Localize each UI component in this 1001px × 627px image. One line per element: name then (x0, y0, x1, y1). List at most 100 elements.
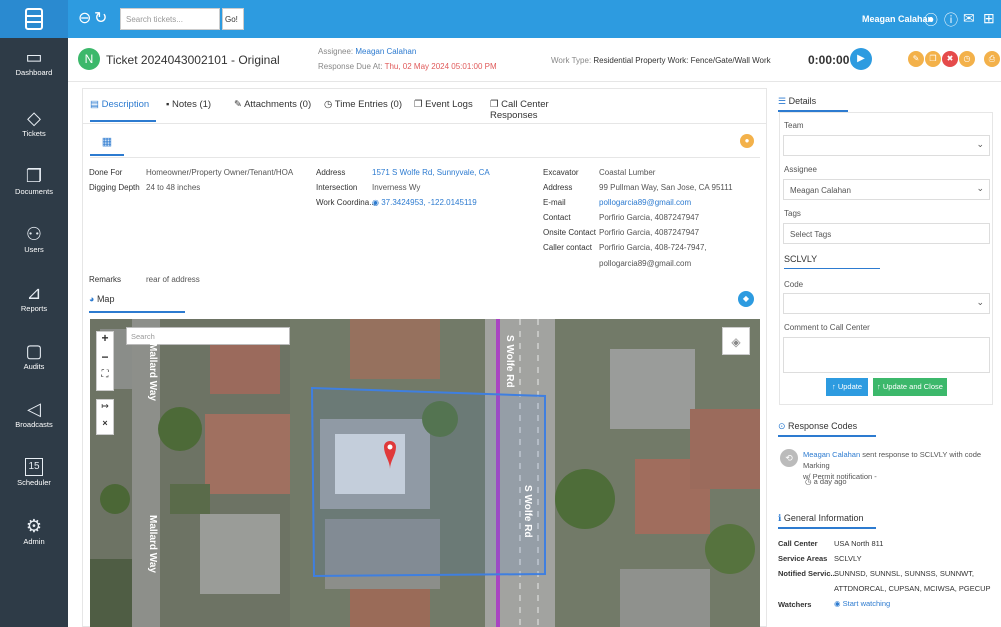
assignee-select[interactable]: Meagan Calahan ⌄ (783, 179, 990, 200)
mail-icon[interactable]: ✉ (963, 10, 975, 27)
general-info-underline (778, 527, 876, 529)
zoom-in-button[interactable]: + (96, 331, 114, 349)
copy-icon: ❐ (490, 99, 502, 110)
team-select[interactable]: ⌄ (783, 135, 990, 156)
draw-line-icon[interactable]: ↦ (96, 401, 114, 417)
sidebar-item-broadcasts[interactable]: ◁ Broadcasts (0, 398, 68, 429)
tab-notes[interactable]: ▪ Notes (1) (166, 92, 230, 122)
work-coordinates-value[interactable]: ◉ 37.3424953, -122.0145119 (372, 198, 477, 207)
clock-icon: ◷ (324, 99, 335, 110)
sidebar-item-label: Scheduler (17, 478, 51, 487)
notified-services-value-2: ATTDNORCAL, CUPSAN, MCIWSA, PGECUP (834, 584, 991, 593)
sidebar-item-reports[interactable]: ⊿ Reports (0, 282, 68, 313)
assignee-label: Assignee: (318, 47, 354, 56)
digging-depth-label: Digging Depth (89, 183, 140, 192)
user-icon[interactable]: ⦿ (924, 10, 938, 30)
clear-icon[interactable]: × (96, 418, 114, 434)
help-icon[interactable]: ⓘ (944, 10, 958, 30)
intersection-label: Intersection (316, 183, 358, 192)
email-value[interactable]: pollogarcia89@gmail.com (599, 198, 691, 207)
sidebar-item-label: Broadcasts (15, 420, 53, 429)
copy-icon[interactable]: ❐ (925, 51, 941, 67)
call-center-label: Call Center (778, 539, 818, 548)
update-button[interactable]: ↑ Update (826, 378, 868, 396)
documents-icon: ❐ (25, 166, 43, 186)
users-icon: ⚇ (25, 224, 43, 244)
user-name[interactable]: Meagan Calahan (862, 14, 933, 24)
address-value[interactable]: 1571 S Wolfe Rd, Sunnyvale, CA (372, 168, 490, 177)
start-watching-link[interactable]: ◉ Start watching (834, 599, 890, 608)
map-icon: ◕ (89, 294, 97, 304)
tab-event-logs[interactable]: ❐ Event Logs (414, 92, 476, 122)
worktype-label: Work Type: (551, 56, 592, 65)
sidebar-item-dashboard[interactable]: ▭ Dashboard (0, 46, 68, 77)
calendar-icon: 15 (25, 458, 43, 476)
go-button[interactable]: Go! (222, 8, 244, 30)
search-tickets-input[interactable]: Search tickets... (120, 8, 220, 30)
sidebar-item-tickets[interactable]: ◇ Tickets (0, 107, 68, 138)
print-icon[interactable]: ⎙ (984, 51, 1000, 67)
service-areas-label: Service Areas (778, 554, 828, 563)
info-icon[interactable]: ● (740, 134, 754, 148)
comment-label: Comment to Call Center (784, 323, 870, 332)
sidebar-item-label: Documents (15, 187, 53, 196)
edit-icon[interactable]: ✎ (908, 51, 924, 67)
delete-icon[interactable]: ✖ (942, 51, 958, 67)
paperclip-icon: ✎ (234, 99, 245, 110)
street-label: S Wolfe Rd (522, 485, 533, 538)
layers-icon[interactable]: ◈ (722, 327, 750, 355)
remarks-label: Remarks (89, 275, 122, 284)
location-pin-icon: ◉ (372, 198, 382, 207)
back-icon[interactable]: ⊖ (78, 9, 91, 29)
play-timer-button[interactable]: ▶ (850, 48, 872, 70)
tab-label: Time Entries (0) (334, 99, 402, 110)
tab-attachments[interactable]: ✎ Attachments (0) (234, 92, 312, 122)
details-title: Details (788, 96, 817, 106)
assignee-value[interactable]: Meagan Calahan (355, 47, 416, 56)
map-header: ◕ Map (89, 294, 114, 304)
app-logo[interactable] (0, 0, 68, 38)
zoom-out-button[interactable]: − (96, 350, 114, 368)
sidebar-item-label: Audits (23, 362, 45, 371)
update-and-close-button[interactable]: ↑ Update and Close (873, 378, 947, 396)
digging-depth-value: 24 to 48 inches (146, 183, 201, 192)
chart-icon: ⊿ (26, 283, 42, 303)
sidebar-item-label: Reports (20, 304, 48, 313)
refresh-icon[interactable]: ↻ (94, 9, 107, 29)
sidebar-item-label: Dashboard (15, 68, 53, 77)
fullscreen-icon[interactable]: ⛶ (96, 369, 114, 387)
tab-description[interactable]: ▤ Description (90, 92, 156, 122)
tags-label: Tags (784, 209, 801, 218)
tags-select[interactable]: Select Tags (783, 223, 990, 244)
done-for-label: Done For (89, 168, 123, 177)
expand-icon[interactable]: ◆ (738, 291, 754, 307)
list-icon: ☰ (778, 96, 789, 106)
comment-textarea[interactable] (783, 337, 990, 373)
sidebar-item-users[interactable]: ⚇ Users (0, 223, 68, 254)
tab-call-center-responses[interactable]: ❐ Call Center Responses (490, 92, 592, 122)
building-icon: ▦ (101, 136, 113, 148)
code-select[interactable]: ⌄ (783, 293, 990, 314)
team-label: Team (784, 121, 804, 130)
excavator-value: Coastal Lumber (599, 168, 656, 177)
contact-label: Contact (543, 213, 571, 222)
update-close-label: Update and Close (882, 382, 943, 391)
sidebar-item-admin[interactable]: ⚙ Admin (0, 515, 68, 546)
eye-icon: ◉ (834, 599, 843, 608)
general-info-title: General Information (783, 513, 864, 523)
response-codes-header: ⊙ Response Codes (778, 421, 857, 432)
tab-time-entries[interactable]: ◷ Time Entries (0) (324, 92, 402, 122)
tab-label: Notes (1) (172, 99, 212, 110)
ticket-assignee: Assignee: Meagan Calahan (318, 47, 416, 56)
sidebar-item-label: Tickets (22, 129, 46, 138)
response-author[interactable]: Meagan Calahan (803, 450, 860, 459)
monitor-icon: ▭ (25, 47, 43, 67)
clock-icon[interactable]: ◷ (959, 51, 975, 67)
sidebar-item-audits[interactable]: ▢ Audits (0, 340, 68, 371)
subtab-building[interactable]: ▦ (90, 132, 124, 156)
sidebar-item-documents[interactable]: ❐ Documents (0, 165, 68, 196)
sidebar-item-scheduler[interactable]: 15 Scheduler (0, 456, 68, 487)
gift-icon[interactable]: ⊞ (983, 10, 995, 27)
caller-contact-value: Porfirio Garcia, 408-724-7947, (599, 243, 707, 252)
map-view[interactable]: + − ⛶ ↦ × Search ◈ S Wolfe Rd S Wolfe Rd… (90, 319, 760, 627)
